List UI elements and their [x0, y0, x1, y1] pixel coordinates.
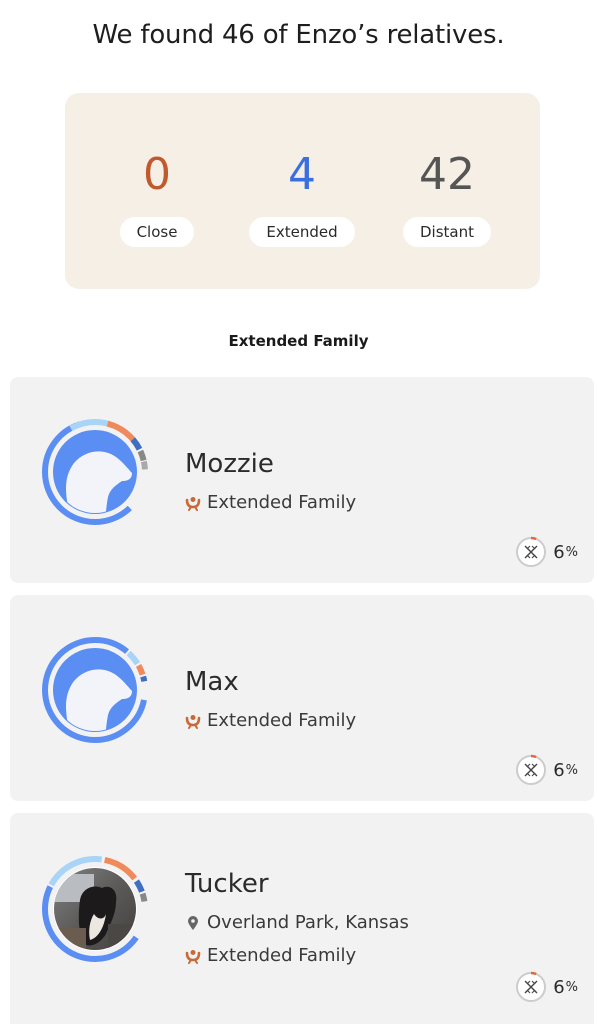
stat-close-count: 0: [143, 149, 171, 200]
dog-silhouette-icon: [42, 637, 148, 743]
dna-share: 6 %: [515, 754, 578, 786]
relationship-line: Extended Family: [185, 492, 356, 513]
dna-percent-value: 6: [553, 759, 565, 781]
dna-share: 6 %: [515, 971, 578, 1003]
dna-percent-value: 6: [553, 976, 565, 998]
dog-silhouette-icon: [42, 419, 148, 525]
relationship-line: Extended Family: [185, 710, 356, 731]
stat-distant[interactable]: 42 Distant: [392, 93, 502, 289]
relative-card-max[interactable]: Max Extended Family 6 %: [10, 595, 594, 801]
stat-extended-label: Extended: [249, 217, 355, 247]
family-icon: [185, 949, 201, 964]
family-icon: [185, 714, 201, 729]
relationship-label: Extended Family: [207, 492, 357, 513]
dna-percent-unit: %: [565, 979, 578, 995]
dna-icon: [516, 536, 547, 567]
dna-share: 6 %: [515, 536, 578, 568]
relative-name: Mozzie: [185, 449, 274, 479]
dna-percent-value: 6: [553, 541, 565, 563]
relationship-line: Extended Family: [185, 945, 356, 966]
relative-card-mozzie[interactable]: Mozzie Extended Family 6 %: [10, 377, 594, 583]
relationship-label: Extended Family: [207, 710, 357, 731]
relationship-label: Extended Family: [207, 945, 357, 966]
relative-name: Tucker: [185, 869, 269, 899]
dog-photo: [42, 856, 148, 962]
page-title: We found 46 of Enzo’s relatives.: [92, 20, 505, 50]
relative-card-tucker[interactable]: Tucker Overland Park, Kansas Extended Fa…: [10, 813, 594, 1024]
stat-extended-count: 4: [288, 149, 316, 200]
dna-percent-unit: %: [565, 762, 578, 778]
relative-name: Max: [185, 667, 239, 697]
relatives-summary: 0 Close 4 Extended 42 Distant: [65, 93, 540, 289]
dna-icon: [516, 971, 547, 1002]
stat-distant-label: Distant: [403, 217, 491, 247]
dna-percent-unit: %: [565, 544, 578, 560]
family-icon: [185, 496, 201, 511]
location-pin-icon: [188, 915, 198, 930]
stat-close[interactable]: 0 Close: [102, 93, 212, 289]
location-line: Overland Park, Kansas: [185, 912, 409, 933]
stat-extended[interactable]: 4 Extended: [247, 93, 357, 289]
stat-distant-count: 42: [419, 149, 475, 200]
dna-icon: [516, 754, 547, 785]
stat-close-label: Close: [119, 217, 195, 247]
section-title: Extended Family: [228, 332, 369, 350]
location-label: Overland Park, Kansas: [207, 912, 409, 933]
